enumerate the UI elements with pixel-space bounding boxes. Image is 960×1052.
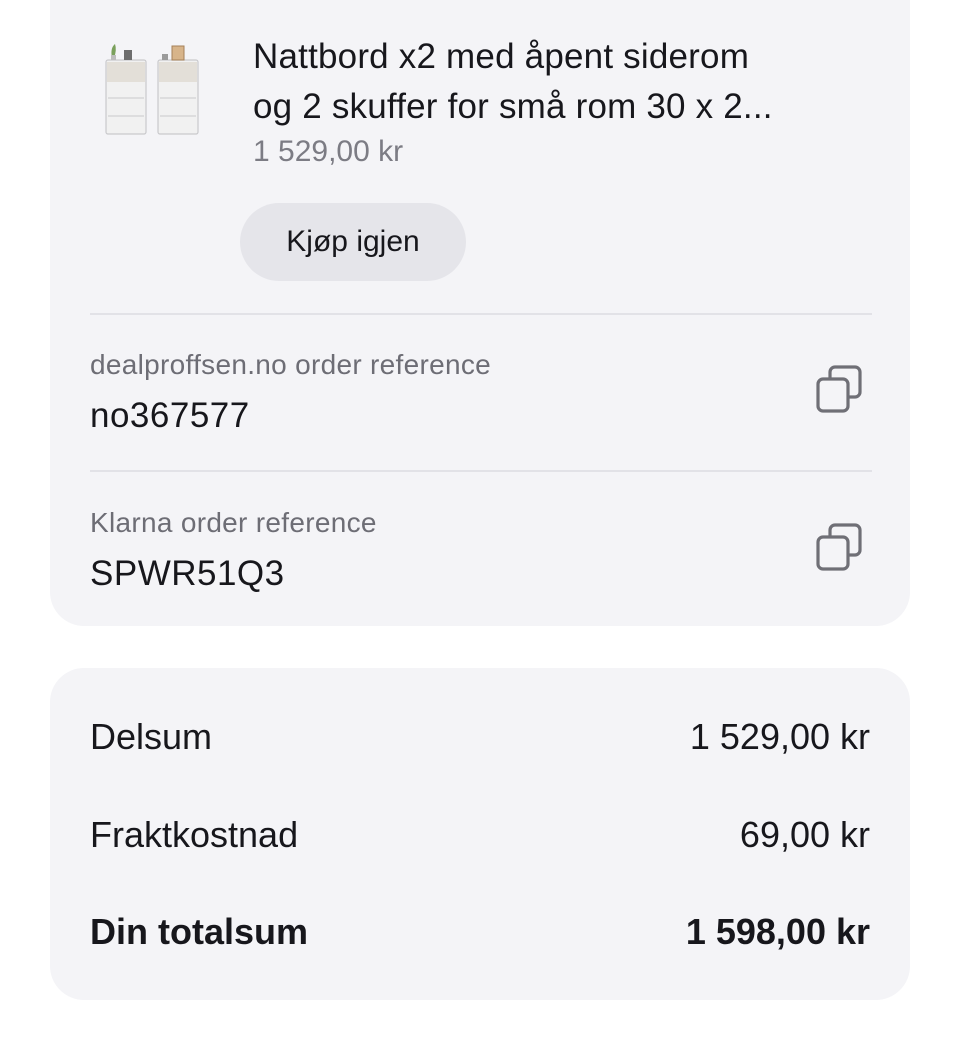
product-thumbnail[interactable] [98,22,206,142]
merchant-reference-label: dealproffsen.no order reference [90,349,492,380]
product-title-line-2: og 2 skuffer for små rom 30 x 2... [253,87,773,126]
divider [90,470,872,472]
product-title[interactable]: Nattbord x2 med åpent siderom og 2 skuff… [253,32,873,132]
copy-icon[interactable] [812,363,868,419]
subtotal-value: 1 529,00 kr [689,716,870,757]
shipping-label: Fraktkostnad [90,814,299,855]
order-details-card: Nattbord x2 med åpent siderom og 2 skuff… [50,0,910,626]
subtotal-label: Delsum [90,716,213,757]
shipping-value: 69,00 kr [739,814,870,855]
nightstand-left-image [105,44,147,135]
total-value: 1 598,00 kr [685,911,870,952]
subtotal-row: Delsum 1 529,00 kr [90,716,870,762]
divider [90,313,872,315]
klarna-reference-label: Klarna order reference [90,507,377,538]
merchant-reference-value: no367577 [90,396,250,435]
product-title-line-1: Nattbord x2 med åpent siderom [253,37,750,76]
nightstand-right-image [157,45,199,135]
shipping-row: Fraktkostnad 69,00 kr [90,814,870,860]
order-summary-card: Delsum 1 529,00 kr Fraktkostnad 69,00 kr… [50,668,910,1000]
klarna-reference-value: SPWR51Q3 [90,554,285,593]
buy-again-button[interactable]: Kjøp igjen [240,203,466,281]
total-row: Din totalsum 1 598,00 kr [90,911,870,957]
copy-icon[interactable] [812,521,868,577]
product-price: 1 529,00 kr [253,135,404,168]
total-label: Din totalsum [90,911,309,952]
